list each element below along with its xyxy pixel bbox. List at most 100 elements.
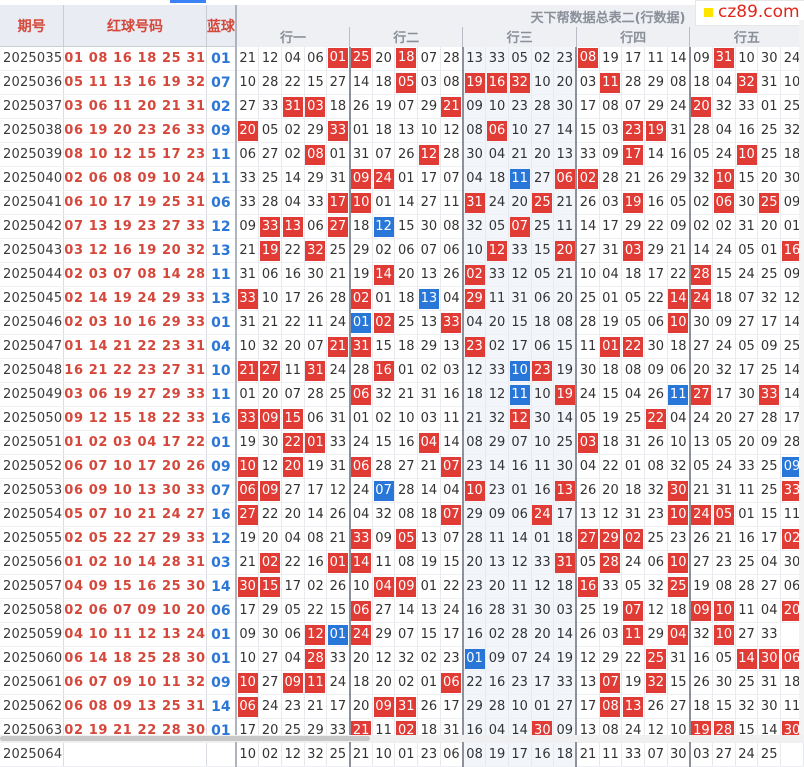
number-value: 17 — [579, 699, 597, 714]
number-cell: 23 — [440, 646, 464, 671]
column-header-red-balls[interactable]: 红球号码 — [63, 5, 207, 47]
period-cell: 2025046 — [0, 310, 65, 335]
number-value: 05 — [693, 459, 710, 474]
number-value: 09 — [239, 219, 256, 234]
number-cell: 31 — [735, 214, 759, 239]
number-cell: 30 — [304, 262, 328, 287]
number-value: 14 — [783, 363, 801, 378]
table-row[interactable]: 2025050 09 12 15 18 22 33 16 33 09 15 06 31 01 02… — [0, 406, 804, 431]
number-cell: 16 — [304, 550, 328, 575]
column-header-period[interactable]: 期号 — [0, 5, 65, 47]
table-row[interactable]: 2025054 05 07 10 21 24 27 16 27 22 20 14 26 04 32… — [0, 502, 804, 527]
number-cell: 21 — [348, 742, 373, 767]
column-header-blue-ball[interactable]: 蓝球 — [206, 5, 238, 47]
number-value: 15 — [307, 75, 324, 90]
number-value: 01 — [602, 291, 619, 306]
number-value: 24 — [352, 435, 370, 450]
number-value: 01 — [327, 552, 348, 573]
number-value: 10 — [239, 651, 256, 666]
table-row[interactable]: 2025049 03 06 19 27 29 33 11 01 20 07 28 25 06 32… — [0, 382, 804, 407]
number-value: 09 — [691, 600, 712, 621]
period-cell: 2025045 — [0, 286, 65, 311]
vertical-scrollbar[interactable] — [799, 20, 804, 735]
number-cell: 11 — [553, 214, 577, 239]
number-cell: 31 — [394, 694, 419, 719]
table-row[interactable]: 2025041 06 10 17 19 25 31 06 33 28 04 33 17 10 01… — [0, 190, 804, 215]
number-cell: 07 — [508, 214, 532, 239]
table-row[interactable]: 2025035 01 08 16 18 25 31 01 21 12 04 06 01 25 20… — [0, 46, 804, 71]
table-row[interactable]: 2025037 03 06 11 20 21 31 02 27 33 31 03 18 26 19… — [0, 94, 804, 119]
number-value: 32 — [261, 339, 279, 354]
number-cell: 24 — [735, 742, 759, 767]
number-cell: 30 — [531, 406, 555, 431]
number-value: 06 — [351, 456, 372, 477]
number-value: 11 — [602, 747, 619, 762]
table-row[interactable]: 2025053 06 09 10 13 30 33 07 06 09 27 17 12 24 07… — [0, 478, 804, 503]
number-value: 27 — [261, 651, 279, 666]
number-cell: 12 — [508, 406, 532, 431]
table-row[interactable]: 2025061 06 07 09 10 11 32 09 10 27 09 11 24 18 20… — [0, 670, 804, 695]
number-value: 31 — [624, 507, 642, 522]
site-logo[interactable]: cz89.com — [695, 0, 804, 26]
number-cell: 01 — [348, 310, 373, 335]
table-row[interactable]: 2025046 02 03 10 16 29 33 01 31 21 22 11 24 01 02… — [0, 310, 804, 335]
number-value: 21 — [239, 50, 256, 66]
table-row[interactable]: 2025059 04 10 11 12 13 24 01 09 30 06 12 01 24 29… — [0, 622, 804, 647]
number-cell: 23 — [531, 358, 555, 383]
number-value: 09 — [373, 696, 394, 717]
table-row[interactable]: 2025051 01 02 03 04 17 22 01 19 30 22 01 33 24 15… — [0, 430, 804, 455]
table-row[interactable]: 2025040 02 06 08 09 10 24 11 33 25 14 29 31 09 24… — [0, 166, 804, 191]
number-cell: 20 — [688, 358, 714, 383]
number-value: 31 — [329, 171, 347, 186]
table-row[interactable]: 2025060 06 14 18 25 28 30 01 10 27 04 28 33 20 12… — [0, 646, 804, 671]
number-value: 26 — [647, 171, 665, 186]
horizontal-scrollbar-thumb[interactable] — [0, 736, 370, 741]
number-cell: 26 — [644, 166, 668, 191]
number-value: 23 — [556, 50, 574, 66]
table-row[interactable]: 2025042 07 13 19 23 27 33 12 09 33 13 06 27 18 12… — [0, 214, 804, 239]
number-value: 18 — [669, 603, 687, 618]
number-value: 12 — [284, 747, 302, 762]
table-row[interactable]: 2025044 02 03 07 08 14 28 11 31 06 16 30 21 19 14… — [0, 262, 804, 287]
table-row[interactable]: 2025048 16 21 22 23 27 31 10 21 27 11 31 24 28 16… — [0, 358, 804, 383]
number-cell: 30 — [531, 598, 555, 623]
number-value: 14 — [488, 459, 506, 474]
number-cell: 08 — [621, 358, 645, 383]
number-value: 25 — [579, 603, 597, 618]
number-value: 10 — [238, 672, 258, 693]
table-row[interactable]: 2025047 01 14 21 22 23 31 04 10 32 20 07 21 31 15… — [0, 334, 804, 359]
number-value: 02 — [420, 363, 438, 378]
number-cell: 26 — [417, 694, 441, 719]
number-value: 25 — [397, 315, 415, 330]
number-value: 04 — [284, 531, 302, 546]
table-row[interactable]: 2025064 10 02 12 32 25 21 10 01 23 06 08 19 17 16 18 21 1… — [0, 742, 804, 767]
table-row[interactable]: 2025045 02 14 19 24 29 33 13 33 10 17 26 28 02 01… — [0, 286, 804, 311]
number-value: 01 — [329, 147, 347, 162]
number-value: 33 — [738, 459, 755, 474]
table-row[interactable]: 2025057 04 09 15 16 25 30 14 30 15 17 02 26 10 04… — [0, 574, 804, 599]
number-value: 23 — [443, 651, 460, 666]
number-cell: 13 — [553, 478, 577, 503]
table-row[interactable]: 2025062 06 08 09 13 25 31 14 06 24 23 21 17 20 09… — [0, 694, 804, 719]
number-cell: 03 — [417, 70, 441, 95]
table-row[interactable]: 2025052 06 07 10 17 20 26 09 10 12 20 19 31 06 28… — [0, 454, 804, 479]
table-row[interactable]: 2025055 02 05 22 27 29 33 12 19 20 04 08 21 33 09… — [0, 526, 804, 551]
table-row[interactable]: 2025039 08 10 12 15 17 23 11 06 27 02 08 01 31 07… — [0, 142, 804, 167]
number-value: 21 — [329, 531, 347, 546]
number-value: 13 — [420, 531, 438, 546]
number-cell: 02 — [485, 622, 509, 647]
table-row[interactable]: 2025058 02 06 07 09 10 20 06 17 29 05 22 15 06 27… — [0, 598, 804, 623]
number-value: 03 — [556, 603, 574, 618]
number-cell: 04 — [348, 502, 373, 527]
number-cell: 32 — [485, 406, 509, 431]
number-value: 17 — [715, 387, 733, 402]
number-cell: 04 — [712, 70, 736, 95]
number-value: 12 — [511, 555, 528, 570]
table-row[interactable]: 2025043 03 12 16 19 20 32 13 21 19 22 32 25 29 02… — [0, 238, 804, 263]
number-value: 23 — [511, 99, 528, 114]
table-row[interactable]: 2025056 01 02 10 14 28 31 03 21 02 22 16 01 14 11… — [0, 550, 804, 575]
table-row[interactable]: 2025036 05 11 13 16 19 32 07 10 28 22 15 27 14 18… — [0, 70, 804, 95]
number-value: 19 — [464, 72, 485, 93]
number-cell: 24 — [712, 334, 736, 359]
table-row[interactable]: 2025038 06 19 20 23 26 33 09 20 05 02 29 33 01 18… — [0, 118, 804, 143]
